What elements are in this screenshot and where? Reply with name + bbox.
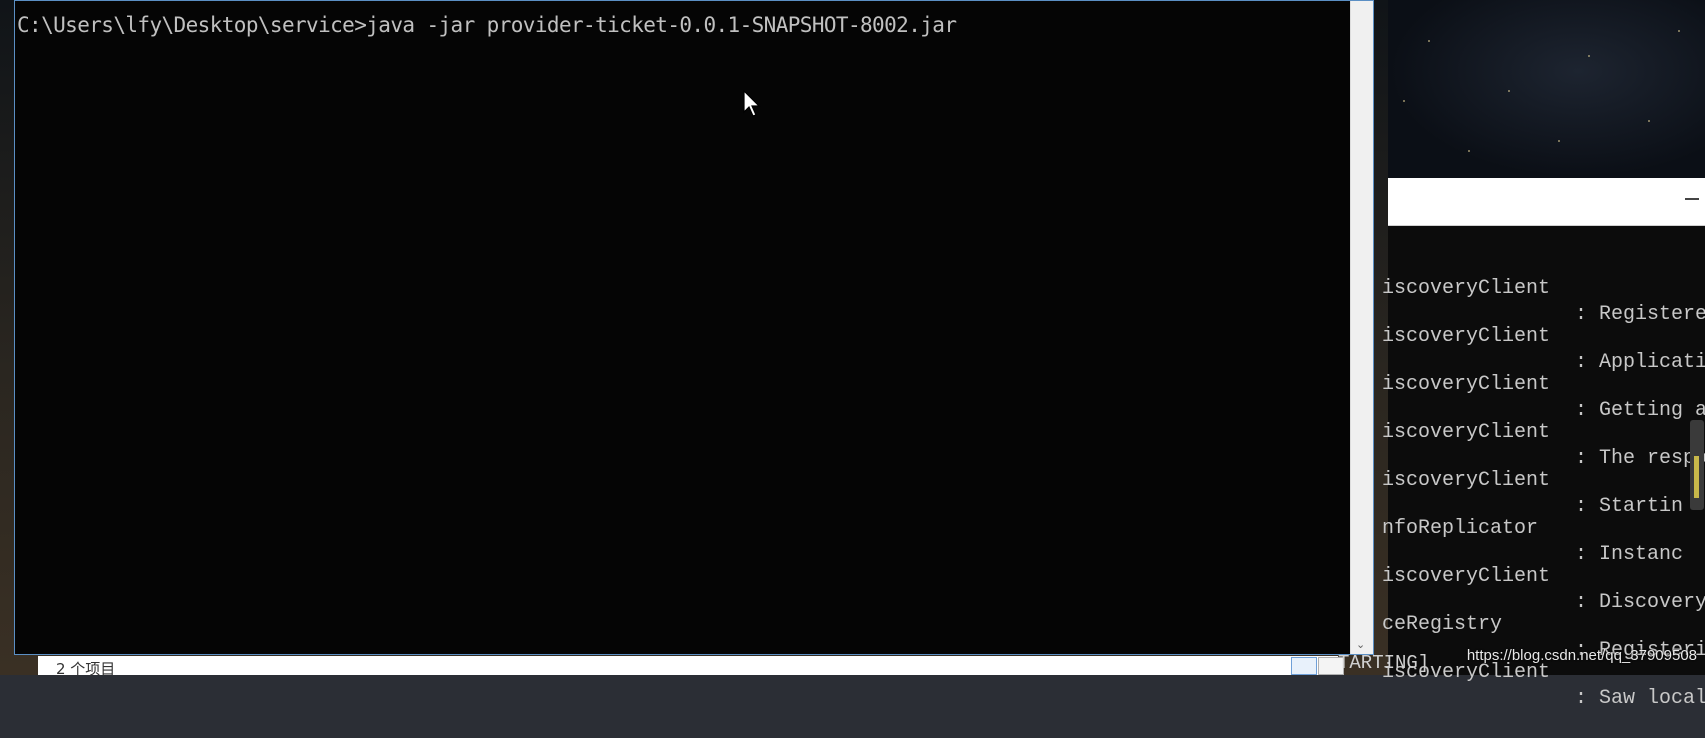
- cmd-window[interactable]: C:\Users\lfy\Desktop\service>java -jar p…: [14, 0, 1374, 655]
- log-line: iscoveryClient : Applicati: [1382, 298, 1705, 374]
- wallpaper-region: [1388, 0, 1705, 178]
- chevron-down-icon[interactable]: ⌄: [1356, 639, 1366, 650]
- desktop: iscoveryClient : Registere iscoveryClien…: [0, 0, 1705, 710]
- log-line: iscoveryClient : Registere: [1382, 250, 1705, 326]
- command-line[interactable]: C:\Users\lfy\Desktop\service>java -jar p…: [17, 13, 957, 37]
- log-line: iscoveryClient : Getting a: [1382, 346, 1705, 422]
- log-message: : Saw local: [1575, 687, 1705, 710]
- minimize-icon[interactable]: [1685, 198, 1699, 200]
- background-console-output: iscoveryClient : Registere iscoveryClien…: [1382, 226, 1705, 710]
- log-message: : Startin: [1575, 495, 1684, 518]
- background-status-text: TARTING]: [1338, 652, 1430, 674]
- item-count: 2 个项目: [56, 660, 116, 678]
- log-message: : Getting a: [1575, 399, 1705, 422]
- log-message: : Instanc: [1575, 543, 1684, 566]
- log-line: nfoReplicator : Instanc: [1382, 490, 1683, 566]
- log-line: ceRegistry : Registeri: [1382, 586, 1705, 662]
- explorer-status-bar: 2 个项目: [38, 656, 1344, 678]
- log-line: iscoveryClient : Startin: [1382, 442, 1683, 518]
- log-line: iscoveryClient : The respo: [1382, 394, 1705, 470]
- background-scrollbar[interactable]: [1690, 420, 1704, 510]
- cmd-scrollbar[interactable]: ⌄: [1350, 1, 1373, 654]
- background-window-titlebar[interactable]: [1388, 178, 1705, 226]
- log-line: iscoveryClient : Discovery: [1382, 538, 1705, 614]
- log-message: : Discovery: [1575, 591, 1705, 614]
- watermark: https://blog.csdn.net/qq_37909508: [1466, 647, 1697, 664]
- log-message: : The respo: [1575, 447, 1705, 470]
- background-console-window[interactable]: iscoveryClient : Registere iscoveryClien…: [1382, 0, 1705, 710]
- log-message: : Applicati: [1575, 351, 1705, 374]
- details-view-icon[interactable]: [1291, 657, 1317, 675]
- log-message: : Registere: [1575, 303, 1705, 326]
